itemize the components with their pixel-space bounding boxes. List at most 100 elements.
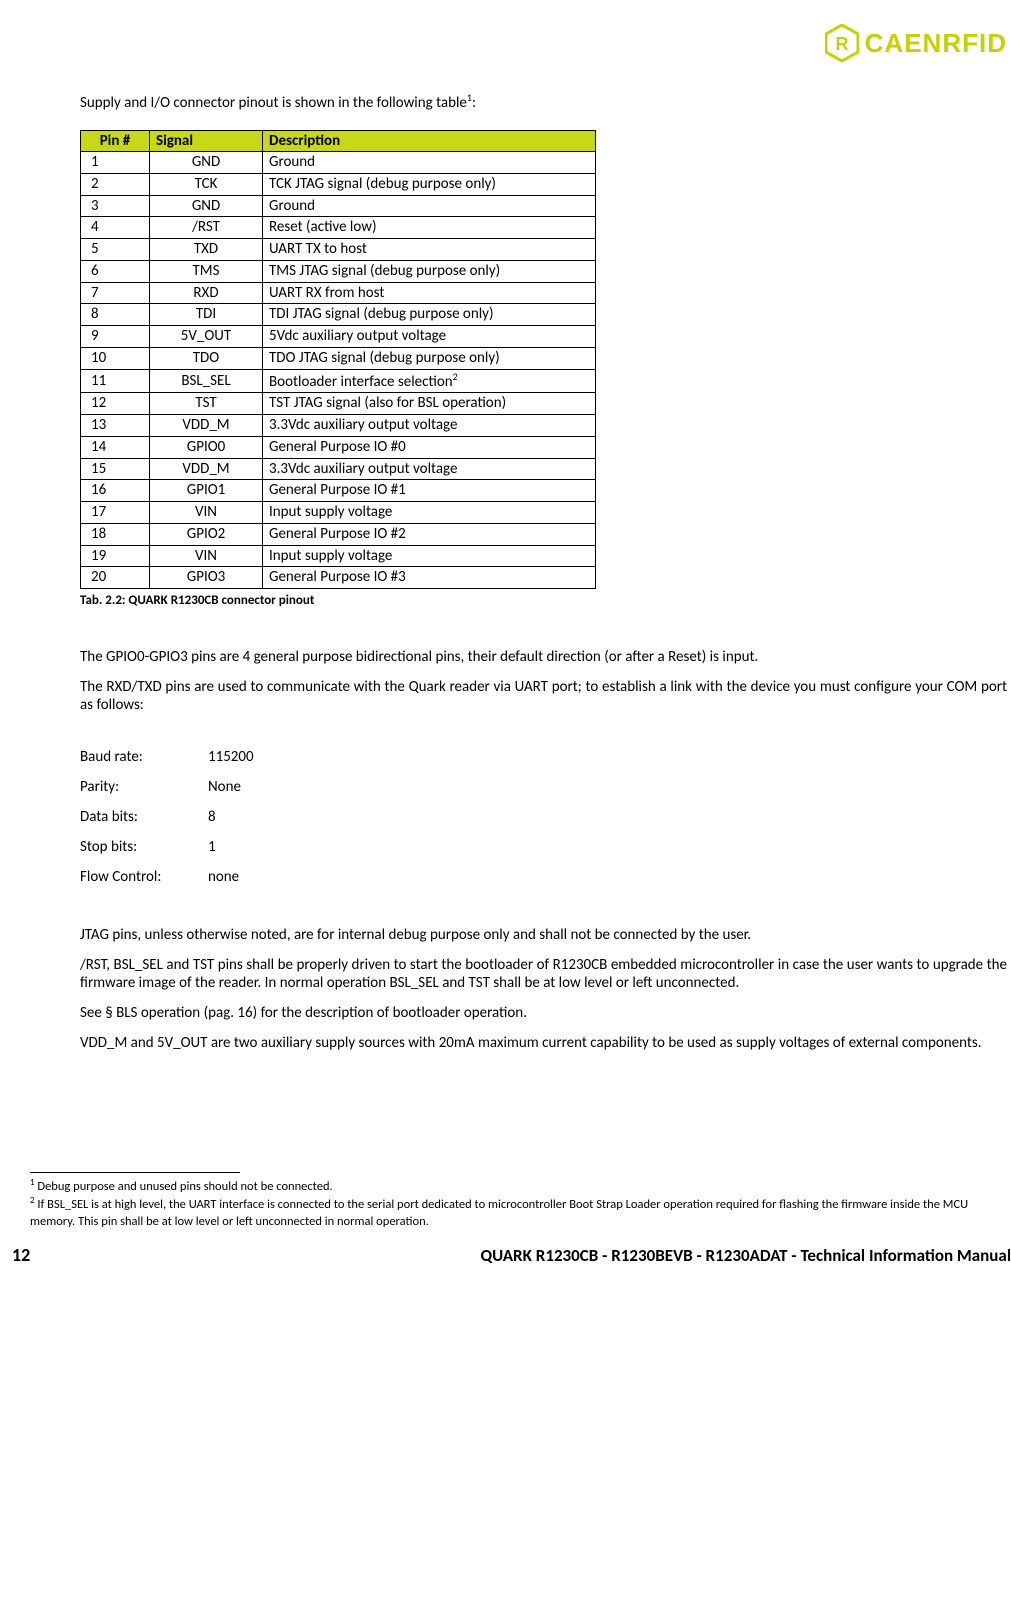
cell-pin: 10 — [81, 347, 150, 369]
cell-pin: 12 — [81, 393, 150, 415]
cell-pin: 14 — [81, 436, 150, 458]
com-row: Baud rate:115200 — [80, 742, 272, 772]
col-desc: Description — [263, 131, 596, 152]
com-row: Data bits:8 — [80, 802, 272, 832]
cell-pin: 17 — [81, 502, 150, 524]
cell-signal: GND — [150, 152, 263, 174]
paragraph-vdd: VDD_M and 5V_OUT are two auxiliary suppl… — [80, 1034, 1011, 1052]
cell-desc: General Purpose IO #1 — [263, 480, 596, 502]
cell-signal: TXD — [150, 239, 263, 261]
table-row: 13VDD_M3.3Vdc auxiliary output voltage — [81, 415, 596, 437]
com-row: Stop bits: 1 — [80, 832, 272, 862]
cell-desc: Reset (active low) — [263, 217, 596, 239]
cell-desc: TST JTAG signal (also for BSL operation) — [263, 393, 596, 415]
table-row: 7RXDUART RX from host — [81, 282, 596, 304]
col-signal: Signal — [150, 131, 263, 152]
intro-pre: Supply and I/O connector pinout is shown… — [80, 94, 467, 112]
cell-pin: 4 — [81, 217, 150, 239]
cell-pin: 6 — [81, 260, 150, 282]
cell-desc: Input supply voltage — [263, 502, 596, 524]
com-label: Parity: — [80, 772, 208, 802]
cell-pin: 19 — [81, 545, 150, 567]
cell-desc: Input supply voltage — [263, 545, 596, 567]
cell-signal: /RST — [150, 217, 263, 239]
cell-desc: 3.3Vdc auxiliary output voltage — [263, 415, 596, 437]
cell-desc: Ground — [263, 152, 596, 174]
cell-desc: General Purpose IO #2 — [263, 523, 596, 545]
cell-desc: TDI JTAG signal (debug purpose only) — [263, 304, 596, 326]
com-value: 1 — [208, 832, 272, 862]
table-row: 3GNDGround — [81, 195, 596, 217]
cell-signal: BSL_SEL — [150, 369, 263, 393]
footnote-1-text: Debug purpose and unused pins should not… — [35, 1179, 333, 1194]
footnote-separator — [30, 1172, 240, 1173]
cell-pin: 20 — [81, 567, 150, 589]
cell-signal: TDI — [150, 304, 263, 326]
cell-desc: 3.3Vdc auxiliary output voltage — [263, 458, 596, 480]
cell-signal: VIN — [150, 502, 263, 524]
cell-desc: TMS JTAG signal (debug purpose only) — [263, 260, 596, 282]
paragraph-bls-ref: See § BLS operation (pag. 16) for the de… — [80, 1004, 1011, 1022]
cell-pin: 16 — [81, 480, 150, 502]
com-row: Flow Control:none — [80, 862, 272, 892]
table-row: 20GPIO3General Purpose IO #3 — [81, 567, 596, 589]
cell-desc: TCK JTAG signal (debug purpose only) — [263, 173, 596, 195]
com-row: Parity:None — [80, 772, 272, 802]
page-number: 12 — [12, 1244, 30, 1266]
table-row: 10TDOTDO JTAG signal (debug purpose only… — [81, 347, 596, 369]
paragraph-jtag: JTAG pins, unless otherwise noted, are f… — [80, 926, 1011, 944]
cell-signal: VIN — [150, 545, 263, 567]
paragraph-bsl: /RST, BSL_SEL and TST pins shall be prop… — [80, 956, 1011, 992]
table-row: 95V_OUT5Vdc auxiliary output voltage — [81, 326, 596, 348]
brand-logo: R CAENRFID — [825, 24, 1007, 62]
logo-hex-icon: R — [825, 24, 859, 62]
cell-pin: 8 — [81, 304, 150, 326]
cell-pin: 9 — [81, 326, 150, 348]
table-row: 4/RSTReset (active low) — [81, 217, 596, 239]
footnote-2: 2 If BSL_SEL is at high level, the UART … — [30, 1195, 1007, 1230]
intro-post: : — [472, 94, 476, 112]
cell-signal: GPIO0 — [150, 436, 263, 458]
cell-desc: General Purpose IO #0 — [263, 436, 596, 458]
footnote-1: 1 Debug purpose and unused pins should n… — [30, 1177, 1007, 1195]
table-row: 5TXDUART TX to host — [81, 239, 596, 261]
paragraph-gpio: The GPIO0-GPIO3 pins are 4 general purpo… — [80, 648, 1011, 666]
com-label: Data bits: — [80, 802, 208, 832]
paragraph-uart: The RXD/TXD pins are used to communicate… — [80, 678, 1011, 714]
page-footer: 12 QUARK R1230CB - R1230BEVB - R1230ADAT… — [12, 1244, 1011, 1266]
cell-signal: TCK — [150, 173, 263, 195]
table-row: 11BSL_SELBootloader interface selection2 — [81, 369, 596, 393]
cell-pin: 11 — [81, 369, 150, 393]
table-row: 17VINInput supply voltage — [81, 502, 596, 524]
table-row: 2TCKTCK JTAG signal (debug purpose only) — [81, 173, 596, 195]
footnotes: 1 Debug purpose and unused pins should n… — [30, 1177, 1011, 1230]
svg-text:R: R — [835, 34, 848, 54]
table-row: 19VINInput supply voltage — [81, 545, 596, 567]
cell-signal: GPIO1 — [150, 480, 263, 502]
cell-pin: 15 — [81, 458, 150, 480]
col-pin: Pin # — [81, 131, 150, 152]
pinout-table: Pin # Signal Description 1GNDGround2TCKT… — [80, 130, 596, 589]
com-value: None — [208, 772, 272, 802]
brand-name: CAENRFID — [865, 28, 1007, 59]
cell-desc: UART RX from host — [263, 282, 596, 304]
footer-title: QUARK R1230CB - R1230BEVB - R1230ADAT - … — [480, 1245, 1011, 1266]
cell-signal: TST — [150, 393, 263, 415]
com-value: none — [208, 862, 272, 892]
cell-desc: Bootloader interface selection2 — [263, 369, 596, 393]
footnote-ref-2: 2 — [453, 370, 458, 383]
intro-text: Supply and I/O connector pinout is shown… — [80, 91, 1011, 112]
com-label: Flow Control: — [80, 862, 208, 892]
cell-pin: 5 — [81, 239, 150, 261]
table-caption: Tab. 2.2: QUARK R1230CB connector pinout — [80, 593, 1011, 608]
com-value: 8 — [208, 802, 272, 832]
cell-pin: 1 — [81, 152, 150, 174]
com-label: Baud rate: — [80, 742, 208, 772]
cell-desc: TDO JTAG signal (debug purpose only) — [263, 347, 596, 369]
cell-pin: 7 — [81, 282, 150, 304]
table-row: 14GPIO0General Purpose IO #0 — [81, 436, 596, 458]
cell-signal: RXD — [150, 282, 263, 304]
cell-signal: TMS — [150, 260, 263, 282]
cell-pin: 2 — [81, 173, 150, 195]
table-row: 12TSTTST JTAG signal (also for BSL opera… — [81, 393, 596, 415]
